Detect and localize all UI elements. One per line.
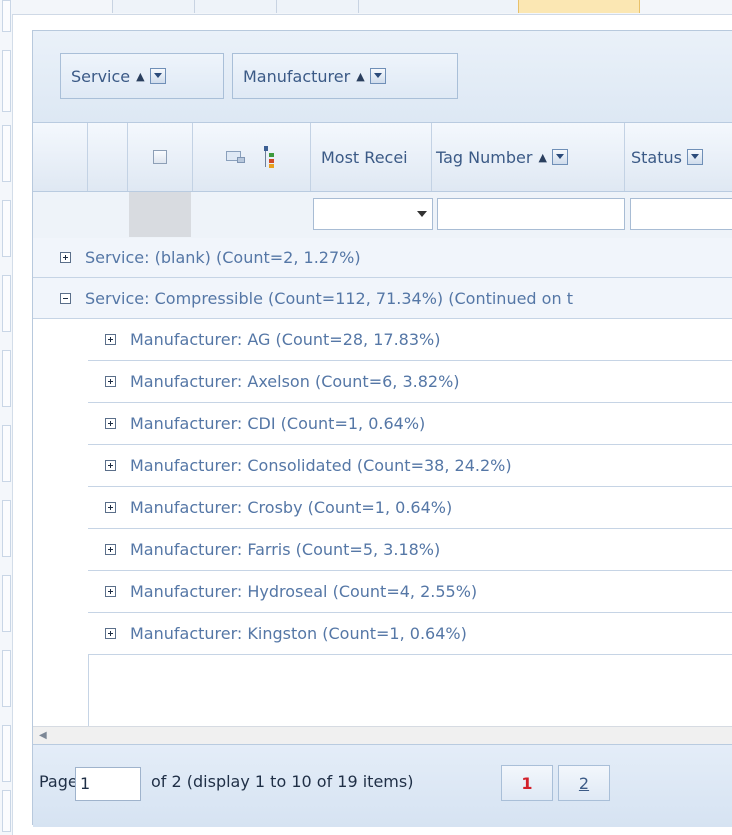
dropdown-arrow-icon[interactable]	[551, 149, 568, 165]
manufacturer-row-label: Manufacturer: AG (Count=28, 17.83%)	[130, 330, 441, 349]
dropdown-arrow-icon[interactable]	[417, 211, 427, 217]
status-filter-input[interactable]	[630, 198, 732, 230]
edge-block	[2, 650, 11, 707]
dropdown-arrow-icon[interactable]	[686, 149, 703, 165]
select-all-checkbox[interactable]	[153, 150, 167, 164]
dropdown-arrow-icon[interactable]	[369, 68, 386, 84]
manufacturer-row-label: Manufacturer: Hydroseal (Count=4, 2.55%)	[130, 582, 478, 601]
group-chip-label: Service	[71, 66, 131, 86]
column-status[interactable]: Status	[625, 123, 732, 191]
group-chip-manufacturer[interactable]: Manufacturer ▲	[232, 53, 458, 99]
sort-ascending-icon: ▲	[136, 69, 145, 83]
group-chip-label: Manufacturer	[243, 66, 351, 86]
expand-icon[interactable]	[105, 628, 116, 639]
expand-icon[interactable]	[60, 252, 71, 263]
manufacturer-row-label: Manufacturer: Farris (Count=5, 3.18%)	[130, 540, 441, 559]
group-indent-column	[33, 123, 88, 191]
manufacturer-row[interactable]: Manufacturer: AG (Count=28, 17.83%)	[88, 319, 732, 361]
hierarchy-icon[interactable]	[262, 146, 278, 168]
edge-block	[2, 500, 11, 557]
column-header-label: Tag Number	[436, 147, 533, 167]
expand-icon[interactable]	[105, 376, 116, 387]
expand-icon[interactable]	[105, 586, 116, 597]
group-by-bar: Service ▲ Manufacturer ▲	[33, 31, 732, 123]
manufacturer-row[interactable]: Manufacturer: Crosby (Count=1, 0.64%)	[88, 487, 732, 529]
most-recent-filter-select[interactable]	[313, 198, 433, 230]
column-most-recent[interactable]: Most Recei	[311, 123, 432, 191]
collapse-icon[interactable]	[60, 292, 71, 304]
column-header-row: Most Recei Tag Number ▲ Status	[33, 123, 732, 192]
manufacturer-row-label: Manufacturer: Consolidated (Count=38, 24…	[130, 456, 512, 475]
page-button-current[interactable]: 1	[501, 765, 553, 801]
edge-block	[2, 575, 11, 632]
manufacturer-row-label: Manufacturer: Crosby (Count=1, 0.64%)	[130, 498, 453, 517]
page-number-input[interactable]: 1	[75, 767, 141, 801]
group-row-label: Service: Compressible (Count=112, 71.34%…	[85, 288, 573, 308]
group-row-compressible[interactable]: Service: Compressible (Count=112, 71.34%…	[33, 278, 732, 319]
view-record-icon[interactable]	[225, 150, 246, 164]
edge-block	[2, 0, 11, 32]
edge-block	[2, 275, 11, 332]
manufacturer-row[interactable]: Manufacturer: Farris (Count=5, 3.18%)	[88, 529, 732, 571]
manufacturer-row[interactable]: Manufacturer: Consolidated (Count=38, 24…	[88, 445, 732, 487]
group-indent-column	[88, 123, 128, 191]
tab-stub[interactable]	[112, 0, 196, 13]
sort-ascending-icon: ▲	[538, 150, 547, 164]
dropdown-arrow-icon[interactable]	[149, 68, 166, 84]
expand-icon[interactable]	[105, 460, 116, 471]
expand-icon[interactable]	[105, 502, 116, 513]
scroll-left-arrow-icon[interactable]: ◀	[39, 730, 47, 741]
manufacturer-row[interactable]: Manufacturer: Kingston (Count=1, 0.64%)	[88, 613, 732, 655]
column-header-label: Most Recei	[321, 147, 408, 167]
manufacturer-row-label: Manufacturer: Kingston (Count=1, 0.64%)	[130, 624, 467, 643]
tab-stub[interactable]	[194, 0, 278, 13]
edge-block	[2, 50, 11, 112]
edge-block	[2, 790, 11, 832]
tab-stub-active[interactable]	[518, 0, 640, 13]
tag-number-filter-input[interactable]	[437, 198, 625, 230]
expand-icon[interactable]	[105, 544, 116, 555]
edge-block	[2, 425, 11, 482]
tool-icons-column	[193, 123, 311, 191]
manufacturer-row-label: Manufacturer: CDI (Count=1, 0.64%)	[130, 414, 426, 433]
grid-panel: Service ▲ Manufacturer ▲ Most Recei Tag …	[32, 30, 732, 827]
tab-stub[interactable]	[358, 0, 520, 13]
left-edge-strip	[0, 0, 13, 835]
expand-icon[interactable]	[105, 418, 116, 429]
column-tag-number[interactable]: Tag Number ▲	[432, 123, 625, 191]
group-row-blank[interactable]: Service: (blank) (Count=2, 1.27%)	[33, 238, 732, 278]
edge-block	[2, 125, 11, 182]
filter-placeholder-block	[129, 192, 191, 237]
select-all-column[interactable]	[128, 123, 193, 191]
manufacturer-row[interactable]: Manufacturer: CDI (Count=1, 0.64%)	[88, 403, 732, 445]
group-chip-service[interactable]: Service ▲	[60, 53, 224, 99]
horizontal-scrollbar[interactable]: ◀	[33, 726, 732, 745]
group-row-label: Service: (blank) (Count=2, 1.27%)	[85, 248, 361, 267]
sort-ascending-icon: ▲	[356, 69, 365, 83]
manufacturer-row[interactable]: Manufacturer: Axelson (Count=6, 3.82%)	[88, 361, 732, 403]
expand-icon[interactable]	[105, 334, 116, 345]
page-button[interactable]: 2	[558, 765, 610, 801]
column-header-label: Status	[631, 147, 682, 167]
filter-row	[33, 192, 732, 239]
pager-bar: Page 1 of 2 (display 1 to 10 of 19 items…	[33, 744, 732, 827]
tree-guide-line	[88, 655, 89, 726]
edge-block	[2, 200, 11, 257]
manufacturer-row-label: Manufacturer: Axelson (Count=6, 3.82%)	[130, 372, 460, 391]
edge-block	[2, 725, 11, 782]
top-tab-strip	[12, 0, 732, 15]
page-range-text: of 2 (display 1 to 10 of 19 items)	[151, 772, 414, 791]
manufacturer-row[interactable]: Manufacturer: Hydroseal (Count=4, 2.55%)	[88, 571, 732, 613]
tab-stub[interactable]	[276, 0, 360, 13]
edge-block	[2, 350, 11, 407]
page-label: Page	[39, 772, 78, 791]
